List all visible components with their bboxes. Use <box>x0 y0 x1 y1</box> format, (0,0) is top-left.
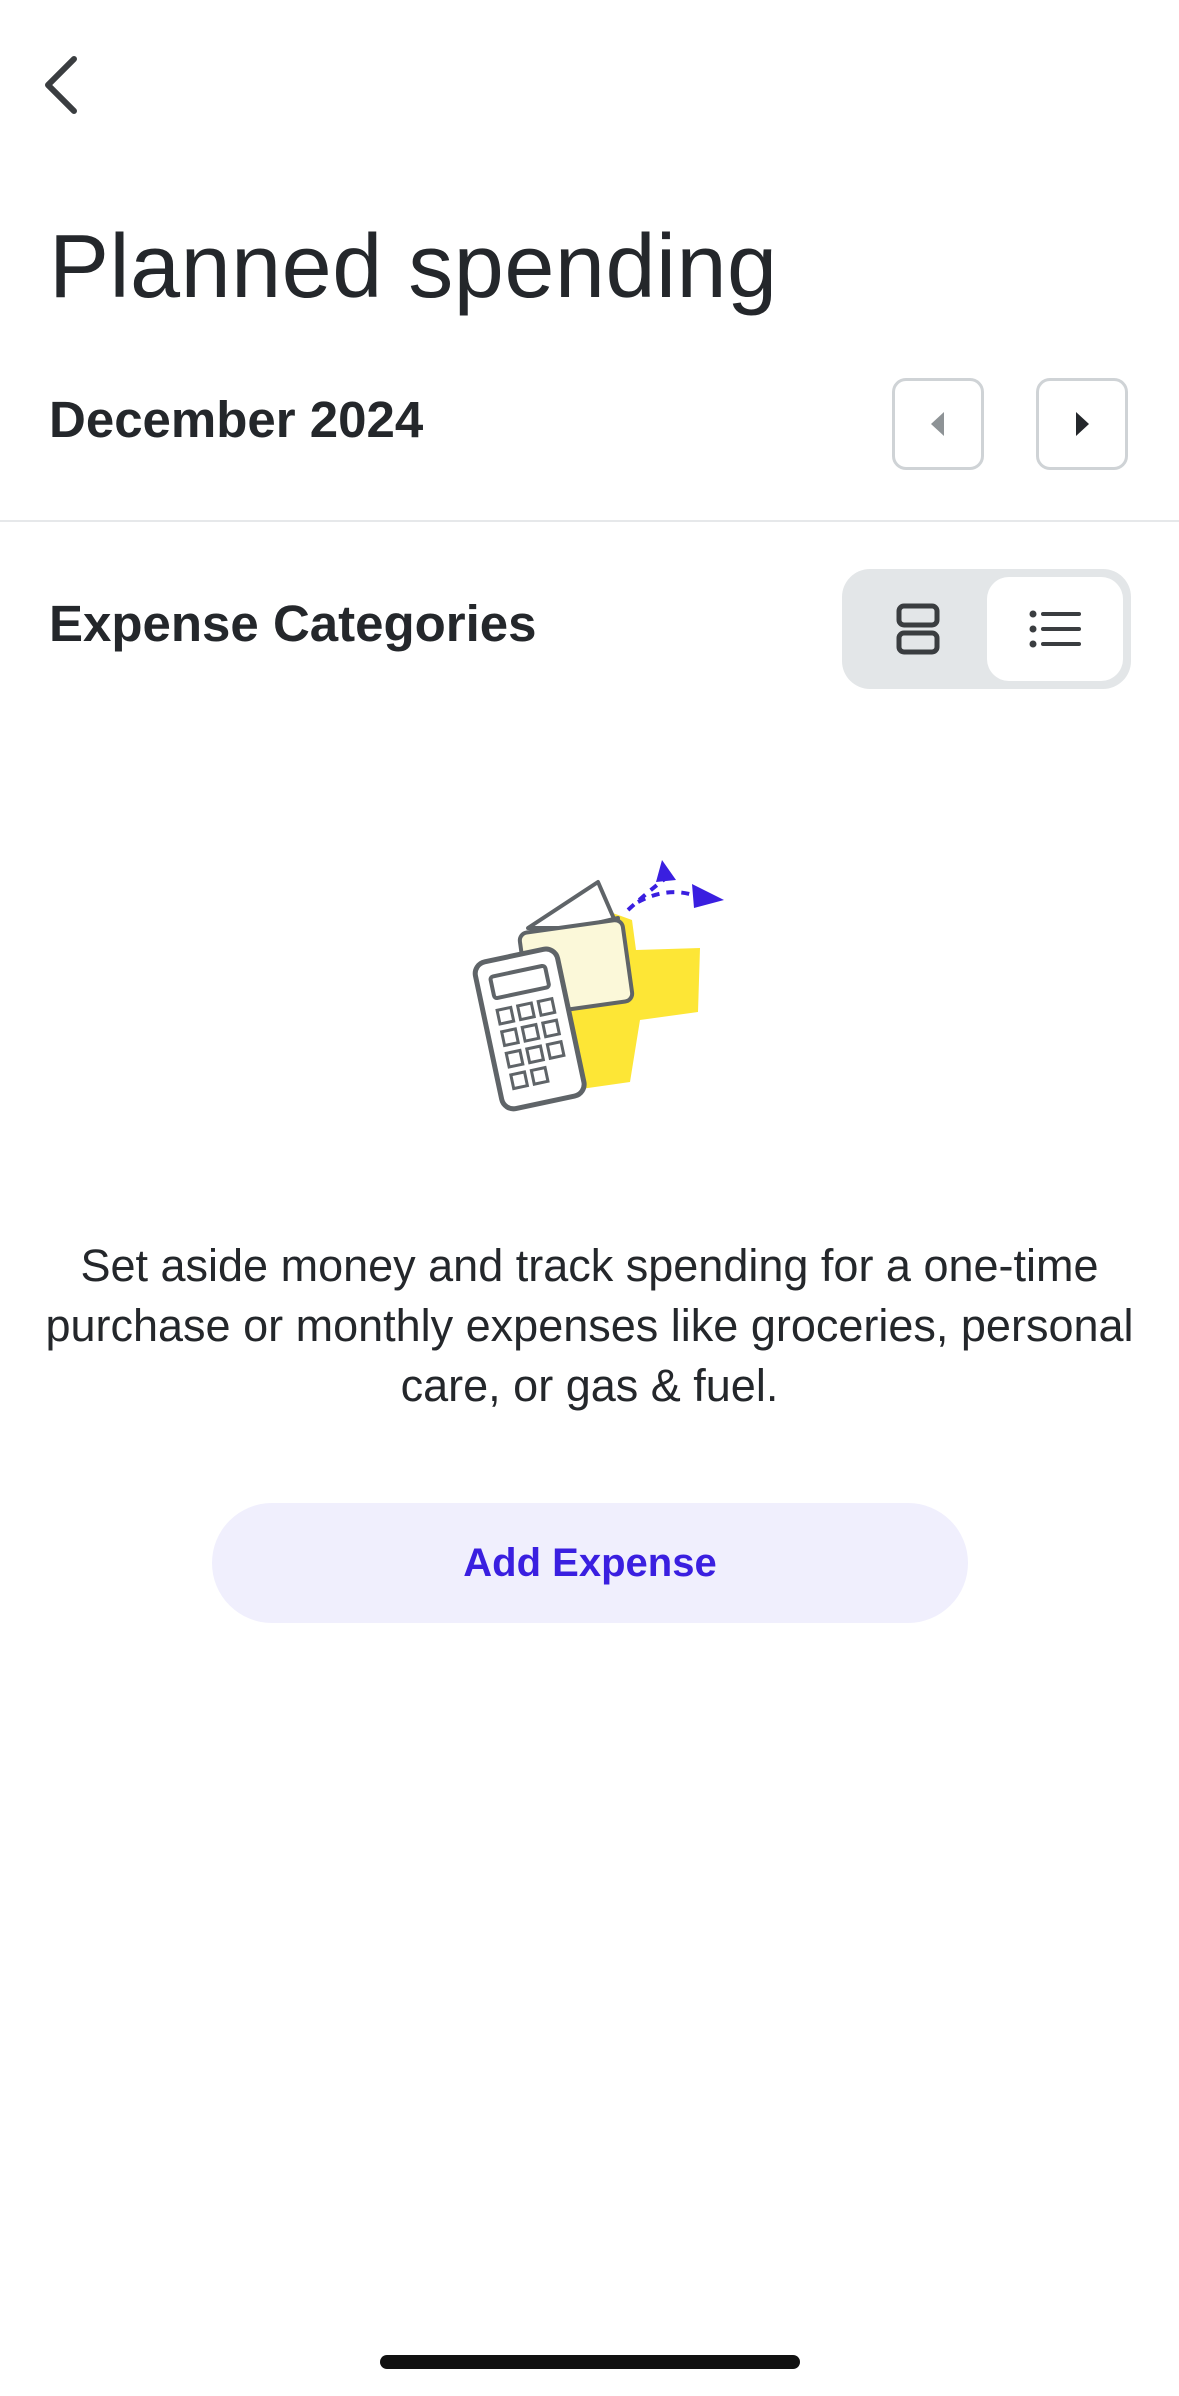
caret-right-icon <box>1076 412 1089 436</box>
home-indicator <box>380 2355 800 2369</box>
empty-state-message: Set aside money and track spending for a… <box>45 1240 1134 1411</box>
back-button[interactable] <box>40 40 110 130</box>
card-view-toggle[interactable] <box>850 577 987 681</box>
list-view-toggle[interactable] <box>986 577 1123 681</box>
divider <box>0 520 1179 522</box>
card-view-icon <box>896 603 940 655</box>
caret-left-icon <box>931 412 944 436</box>
page-title: Planned spending <box>49 217 778 317</box>
chevron-left-icon <box>45 56 77 114</box>
list-view-icon <box>1029 610 1081 648</box>
view-toggle <box>842 569 1131 689</box>
next-month-button[interactable] <box>1036 378 1128 470</box>
add-expense-button[interactable]: Add Expense <box>212 1503 968 1623</box>
month-label: December 2024 <box>49 391 424 448</box>
calculator-wallet-illustration <box>472 860 724 1112</box>
previous-month-button[interactable] <box>892 378 984 470</box>
section-title: Expense Categories <box>49 595 537 652</box>
